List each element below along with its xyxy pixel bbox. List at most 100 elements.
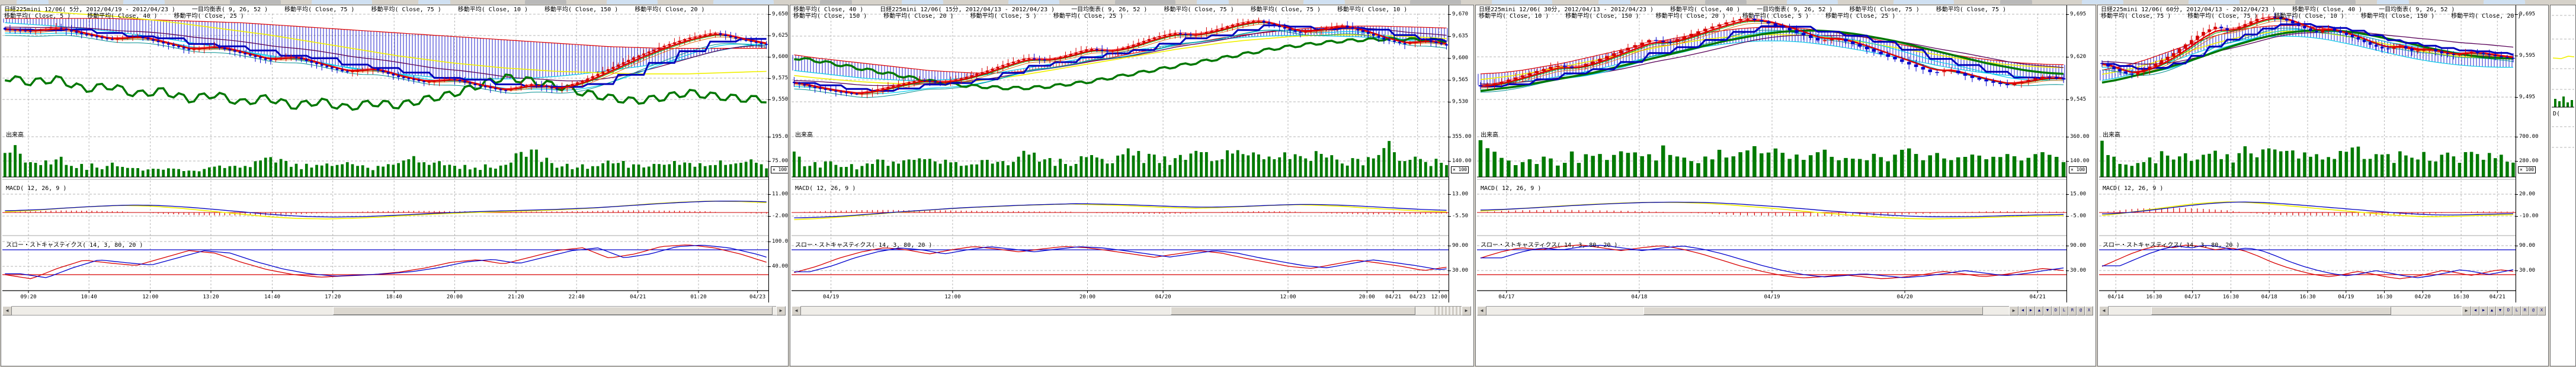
macd-tick: 11.00 [772,191,788,197]
chart-nav-button[interactable]: ▼ [2043,306,2052,316]
chart-nav-button[interactable]: X [2085,306,2093,316]
volume-multiplier: × 100 [1451,166,1469,173]
stochastics-label: スロー・ストキャスティクス( 14, 3, 80, 20 ) [2103,240,2239,249]
scrollbar-track[interactable] [801,306,1462,316]
chart-nav-button[interactable]: ◀ [2018,306,2027,316]
scrollbar-track[interactable] [2109,306,2462,316]
chart-window-3: 日経225mini 12/06( 30分, 2012/04/13 - 2012/… [1475,5,2096,366]
chart-svg [2099,5,2516,305]
legend-item: 移動平均( Close, 75 ) [1164,7,1233,13]
chart-nav-button[interactable]: @ [2077,306,2085,316]
x-axis-label: 04/20 [2415,294,2431,300]
scrollbar-thumb[interactable] [333,307,773,315]
scrollbar-track[interactable] [1486,306,2009,316]
chart-nav-button[interactable]: ◀ [2471,306,2479,316]
price-tick: 9,575 [772,75,788,81]
scroll-left-button[interactable]: ◀ [2099,306,2109,316]
stochastics-label: スロー・ストキャスティクス( 14, 3, 80, 20 ) [6,240,143,249]
legend-item: 一目均衡表( 9, 26, 52 ) [2379,7,2455,13]
axis-tick [768,161,771,162]
chart-nav-button[interactable]: D [2504,306,2513,316]
chart-nav-button[interactable]: L [2513,306,2521,316]
chart-nav-button[interactable]: ▶ [2027,306,2035,316]
volume-label: 出来高 [6,130,24,139]
legend-item: 移動平均( Close, 75 ) [1849,7,1919,13]
chart-nav-button[interactable]: X [2537,306,2546,316]
chart-nav-button[interactable]: R [2068,306,2077,316]
stoch-tick: 90.00 [2519,243,2535,249]
volume-tick: 140.00 [2070,158,2090,164]
macd-label: MACD( 12, 26, 9 ) [1481,185,1541,192]
x-axis-label: 10:40 [81,294,97,300]
x-axis-label: 04/19 [2338,294,2354,300]
volume-tick: 700.00 [2519,134,2539,140]
price-tick: 9,625 [772,33,788,38]
legend-item: 移動平均( Close, 20 ) [883,13,953,20]
axis-tick [2515,14,2518,15]
legend-item: 移動平均( Close, 20 ) [1656,13,1726,20]
legend-item: 移動平均( Close, 5 ) [1742,13,1809,20]
scroll-left-button[interactable]: ◀ [792,306,801,316]
x-axis-label: 01:20 [690,294,706,300]
horizontal-scrollbar[interactable]: ◀▶◀▶▲▼DLR@X [2099,306,2546,316]
scrollbar-stripes [1434,307,1462,315]
legend-item: 移動平均( Close, 150 ) [1565,13,1639,20]
toolbar-fragment [1303,0,1345,4]
scrollbar-track[interactable] [12,306,776,316]
toolbar-fragment [1492,0,1552,4]
x-axis-label: 04/17 [1498,294,1514,300]
legend-item: 移動平均( Close, 75 ) [371,7,441,13]
volume-tick: 280.00 [2519,158,2539,164]
legend-item: 移動平均( Close, 150 ) [544,7,618,13]
chart-nav-button[interactable]: D [2052,306,2060,316]
scroll-right-button[interactable]: ▶ [776,306,786,316]
legend-item: 移動平均( Close, 10 ) [1337,7,1407,13]
scrollbar-thumb[interactable] [1171,307,1415,315]
scroll-right-button[interactable]: ▶ [2462,306,2471,316]
toolbar-fragment [607,0,658,4]
scroll-right-button[interactable]: ▶ [2009,306,2018,316]
chart-legend-row2: 移動平均( Close, 5 )移動平均( Close, 40 )移動平均( C… [4,13,244,20]
chart-title: 日経225mini 12/06( 30分, 2012/04/13 - 2012/… [1479,7,1654,13]
price-tick: 9,600 [1452,55,1468,61]
axis-tick [2066,161,2069,162]
partial-chart-svg [2551,5,2575,183]
macd-tick: -10.00 [2519,213,2539,219]
x-axis-label: 20:00 [1079,294,1095,300]
toolbar-fragment [820,0,852,4]
volume-tick: 355.00 [1452,134,1472,140]
stoch-tick: 30.00 [2070,268,2086,273]
chart-nav-button[interactable]: ▼ [2496,306,2504,316]
macd-tick: 15.00 [2070,191,2086,197]
legend-item: 移動平均( Close, 75 ) [1251,7,1321,13]
axis-tick [2066,194,2069,195]
macd-tick: -5.00 [2070,213,2086,219]
scroll-left-button[interactable]: ◀ [1477,306,1486,316]
stochastics-label: スロー・ストキャスティクス( 14, 3, 80, 20 ) [795,240,932,249]
x-axis-label: 16:30 [2146,294,2162,300]
horizontal-scrollbar[interactable]: ◀▶ [2,306,786,316]
price-tick: 9,620 [2070,54,2086,60]
stoch-tick: 30.00 [2519,268,2535,273]
chart-nav-button[interactable]: ▲ [2488,306,2496,316]
legend-item: 移動平均( Close, 25 ) [174,13,244,20]
x-axis-label: 04/17 [2184,294,2200,300]
chart-nav-button[interactable]: @ [2529,306,2537,316]
chart-nav-button[interactable]: L [2060,306,2068,316]
x-axis-label: 16:30 [2453,294,2469,300]
chart-nav-button[interactable]: R [2521,306,2529,316]
horizontal-scrollbar[interactable]: ◀▶◀▶▲▼DLR@X [1477,306,2093,316]
stoch-tick: 100.00 [772,239,789,244]
scroll-right-button[interactable]: ▶ [1462,306,1471,316]
scrollbar-thumb[interactable] [1643,307,1983,315]
stoch-tick: 40.00 [772,263,788,269]
horizontal-scrollbar[interactable]: ◀▶ [792,306,1471,316]
scroll-left-button[interactable]: ◀ [2,306,12,316]
axis-tick [2066,14,2069,15]
chart-legend-row2: 移動平均( Close, 10 )移動平均( Close, 150 )移動平均(… [1479,13,1895,20]
price-tick: 9,650 [772,11,788,17]
chart-nav-button[interactable]: ▶ [2479,306,2488,316]
scrollbar-thumb[interactable] [2151,307,2391,315]
x-axis-label: 04/21 [2030,294,2046,300]
chart-nav-button[interactable]: ▲ [2035,306,2043,316]
